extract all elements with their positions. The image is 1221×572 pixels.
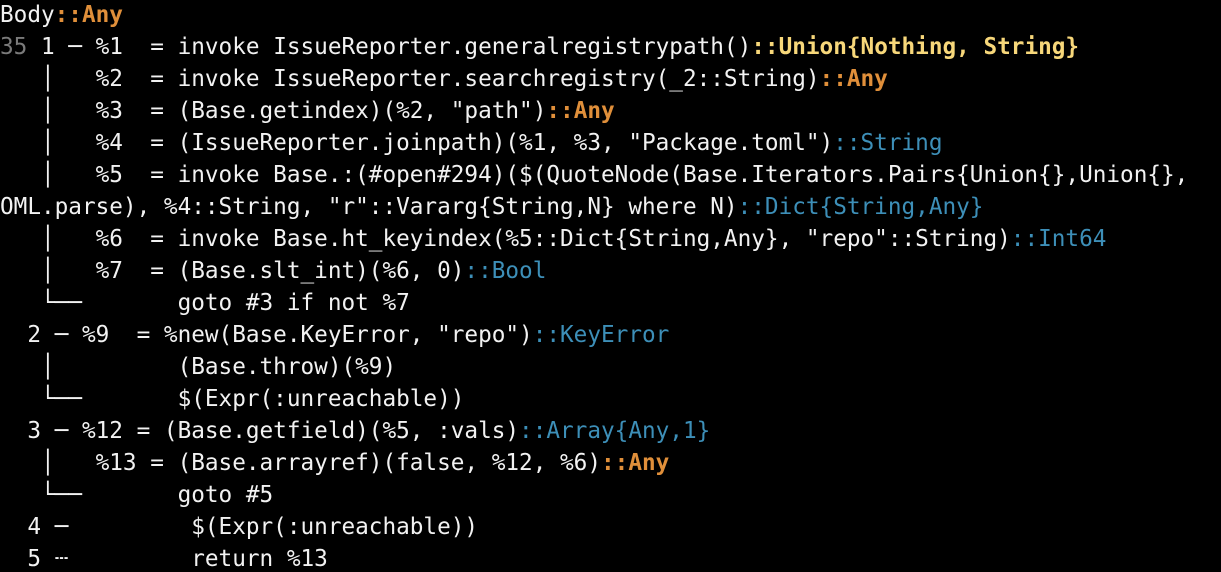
code-text: └── $(Expr(:unreachable)) <box>0 386 465 412</box>
type-annotation: ::String <box>833 130 943 156</box>
code-text: │ %6 = invoke Base.ht_keyindex(%5::Dict{… <box>0 226 1011 252</box>
type-annotation: ::Any <box>601 450 670 476</box>
ir-line: 4 ─ $(Expr(:unreachable)) <box>0 511 478 543</box>
terminal-output: Body::Any 35 1 ─ %1 = invoke IssueReporte… <box>0 0 1221 572</box>
code-text: 3 ─ %12 = (Base.getfield)(%5, :vals) <box>0 418 520 444</box>
code-text: 1 ─ %1 = invoke IssueReporter.generalreg… <box>27 34 752 60</box>
ir-line: 5 ┄ return %13 <box>0 543 328 572</box>
ir-line: 35 1 ─ %1 = invoke IssueReporter.general… <box>0 31 1079 63</box>
code-text: └── goto #5 <box>0 482 274 508</box>
ir-line: │ (Base.throw)(%9) <box>0 351 396 383</box>
ir-line: OML.parse), %4::String, "r"::Vararg{Stri… <box>0 191 983 223</box>
ir-line: │ %2 = invoke IssueReporter.searchregist… <box>0 63 888 95</box>
ir-line: │ %13 = (Base.arrayref)(false, %12, %6):… <box>0 447 669 479</box>
type-annotation: ::Dict{String,Any} <box>737 194 984 220</box>
type-annotation: ::Any <box>54 2 123 28</box>
code-text: OML.parse), %4::String, "r"::Vararg{Stri… <box>0 194 738 220</box>
code-text: 4 ─ $(Expr(:unreachable)) <box>0 514 479 540</box>
ir-line: └── goto #3 if not %7 <box>0 287 410 319</box>
code-text: Body <box>0 2 55 28</box>
code-text: │ %7 = (Base.slt_int)(%6, 0) <box>0 258 465 284</box>
ir-line: │ %3 = (Base.getindex)(%2, "path")::Any <box>0 95 615 127</box>
code-text: │ %2 = invoke IssueReporter.searchregist… <box>0 66 820 92</box>
ir-line: │ %5 = invoke Base.:(#open#294)($(QuoteN… <box>0 159 1188 191</box>
ir-line: │ %7 = (Base.slt_int)(%6, 0)::Bool <box>0 255 546 287</box>
type-annotation: ::Array{Any,1} <box>519 418 711 444</box>
ir-line: │ %4 = (IssueReporter.joinpath)(%1, %3, … <box>0 127 943 159</box>
ir-line: └── goto #5 <box>0 479 273 511</box>
code-text: │ %3 = (Base.getindex)(%2, "path") <box>0 98 547 124</box>
code-text: │ %13 = (Base.arrayref)(false, %12, %6) <box>0 450 601 476</box>
source-line-number: 35 <box>0 34 28 60</box>
type-annotation: ::Bool <box>464 258 547 284</box>
ir-line: 3 ─ %12 = (Base.getfield)(%5, :vals)::Ar… <box>0 415 710 447</box>
ir-line: │ %6 = invoke Base.ht_keyindex(%5::Dict{… <box>0 223 1106 255</box>
code-text: 5 ┄ return %13 <box>0 546 328 572</box>
code-text: │ %4 = (IssueReporter.joinpath)(%1, %3, … <box>0 130 834 156</box>
ir-line: 2 ─ %9 = %new(Base.KeyError, "repo")::Ke… <box>0 319 669 351</box>
type-annotation: ::Union{Nothing, String} <box>751 34 1080 60</box>
code-text: │ %5 = invoke Base.:(#open#294)($(QuoteN… <box>0 162 1189 188</box>
header-line: Body::Any <box>0 0 123 31</box>
ir-line: └── $(Expr(:unreachable)) <box>0 383 464 415</box>
code-text: 2 ─ %9 = %new(Base.KeyError, "repo") <box>0 322 533 348</box>
type-annotation: ::KeyError <box>532 322 670 348</box>
type-annotation: ::Int64 <box>1010 226 1107 252</box>
code-text: │ (Base.throw)(%9) <box>0 354 397 380</box>
type-annotation: ::Any <box>546 98 615 124</box>
type-annotation: ::Any <box>819 66 888 92</box>
code-text: └── goto #3 if not %7 <box>0 290 410 316</box>
